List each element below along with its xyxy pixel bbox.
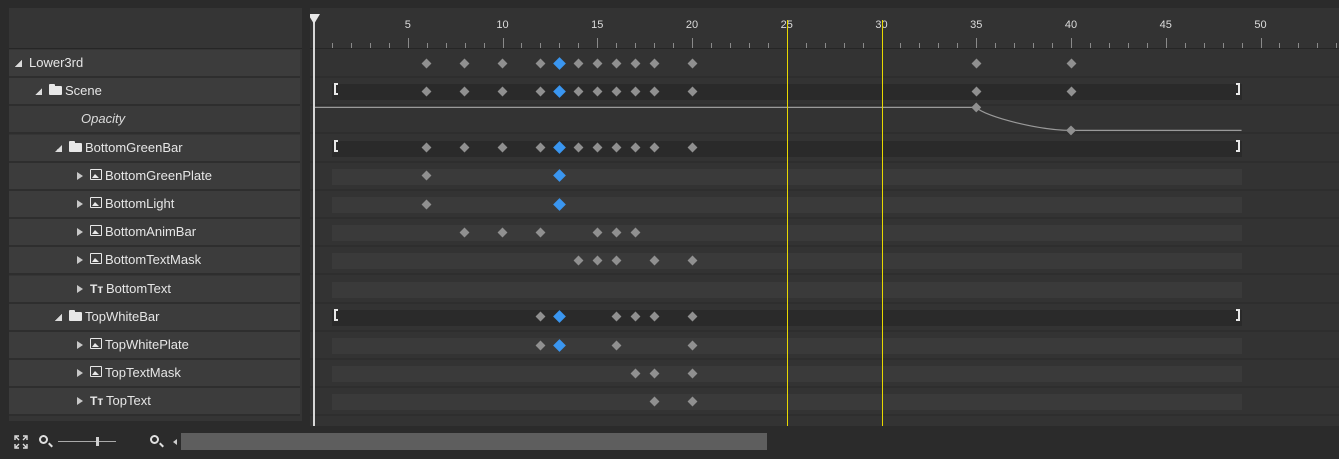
tree-row-bottomlight[interactable]: BottomLight [9, 191, 300, 219]
image-icon [90, 197, 102, 208]
scroll-left-arrow-icon[interactable] [173, 439, 177, 445]
fit-to-view-icon[interactable] [14, 435, 28, 449]
timeline-toolbar [9, 429, 1339, 455]
expand-arrow-icon[interactable] [55, 144, 62, 152]
tree-row-label: BottomAnimBar [105, 224, 197, 240]
zoom-in-icon[interactable] [150, 435, 159, 444]
zoom-slider-track[interactable] [58, 441, 116, 442]
image-icon [90, 225, 102, 237]
tree-row-bottomgreenbar[interactable]: BottomGreenBar [9, 134, 300, 163]
collapse-arrow-icon[interactable] [77, 284, 83, 293]
playhead-line[interactable] [313, 22, 315, 426]
tree-row-opacity[interactable]: Opacity [9, 106, 300, 135]
tree-row-topwhiteplate[interactable]: TopWhitePlate [9, 332, 300, 360]
tree-row-label: BottomText [106, 280, 172, 296]
text-layer-icon: Tт [90, 281, 104, 296]
curve-keyframe[interactable] [971, 102, 982, 113]
collapse-arrow-icon[interactable] [77, 369, 83, 378]
tree-row-bottomanimbar[interactable]: BottomAnimBar [9, 219, 300, 248]
collapse-arrow-icon[interactable] [77, 256, 83, 265]
zoom-slider-thumb[interactable] [96, 437, 99, 446]
text-layer-icon: Tт [90, 394, 104, 409]
timeline-editor: Lower3rd Scene Opacity BottomGreenBar Bottom… [0, 0, 1339, 459]
tree-row-topwhitebar[interactable]: TopWhiteBar [9, 303, 300, 332]
collapse-arrow-icon[interactable] [77, 228, 83, 237]
timeline-panel[interactable]: 5101520253035404550 [310, 8, 1339, 426]
opacity-curve-line[interactable] [313, 106, 1242, 131]
tree-row-label: BottomTextMask [105, 252, 202, 268]
tree-row-toptext[interactable]: Tт TopText [9, 388, 300, 417]
tree-row-label: BottomGreenPlate [105, 167, 212, 183]
tree-header [9, 8, 302, 49]
image-icon [90, 253, 102, 265]
expand-arrow-icon[interactable] [35, 88, 42, 96]
folder-icon [69, 140, 82, 152]
collapse-arrow-icon[interactable] [77, 397, 83, 406]
expand-arrow-icon[interactable] [55, 313, 62, 321]
opacity-curve[interactable] [310, 8, 1339, 426]
expand-arrow-icon[interactable] [15, 60, 22, 67]
image-icon [90, 338, 102, 349]
tree-row-bottomtext[interactable]: Tт BottomText [9, 275, 300, 304]
collapse-arrow-icon[interactable] [77, 341, 83, 349]
image-icon [90, 366, 102, 378]
folder-icon [69, 309, 82, 321]
layer-tree-panel: Lower3rd Scene Opacity BottomGreenBar Bottom… [9, 8, 302, 421]
collapse-arrow-icon[interactable] [77, 171, 83, 180]
tree-row-toptextmask[interactable]: TopTextMask [9, 360, 300, 389]
image-icon [90, 168, 102, 180]
panel-divider[interactable] [302, 8, 310, 421]
tree-row-label: BottomLight [105, 196, 175, 211]
tree-row-label: BottomGreenBar [85, 139, 183, 155]
tree-row-label: Scene [65, 83, 102, 99]
tree-row-label: Opacity [81, 111, 126, 127]
horizontal-scrollbar-thumb[interactable] [181, 433, 767, 450]
zoom-out-icon[interactable] [39, 435, 48, 444]
playhead-handle[interactable] [310, 14, 320, 24]
tree-row-label: TopText [106, 393, 151, 409]
tree-row-label: TopTextMask [105, 365, 181, 381]
time-marker-line[interactable] [881, 20, 883, 426]
tree-row-scene[interactable]: Scene [9, 78, 300, 107]
folder-icon [49, 84, 62, 96]
tree-row-label: Lower3rd [29, 55, 84, 70]
time-marker-line[interactable] [786, 20, 788, 426]
tree-row-label: TopWhiteBar [85, 308, 160, 324]
tree-row-lower3rd[interactable]: Lower3rd [9, 50, 300, 78]
tree-row-label: TopWhitePlate [105, 337, 189, 352]
tree-row-bottomgreenplate[interactable]: BottomGreenPlate [9, 162, 300, 191]
curve-keyframe[interactable] [1066, 125, 1076, 136]
tree-row-bottomtextmask[interactable]: BottomTextMask [9, 247, 300, 276]
collapse-arrow-icon[interactable] [77, 200, 83, 208]
